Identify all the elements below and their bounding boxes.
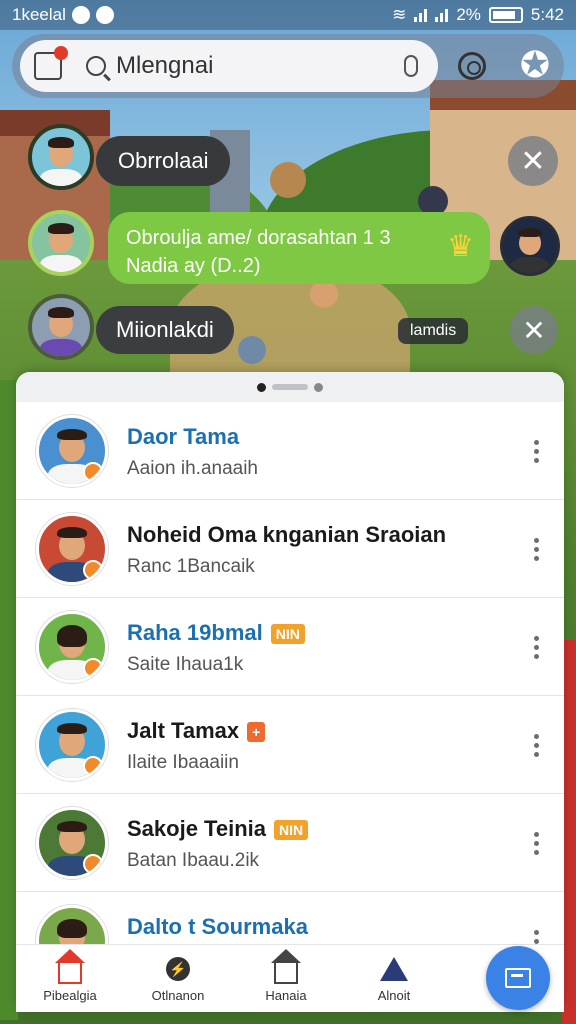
notification-icon xyxy=(95,6,114,24)
more-options-icon[interactable] xyxy=(534,734,540,758)
nav-tab-alert[interactable]: Alnoit xyxy=(340,945,448,1012)
chat-bubble[interactable]: Obrrolaai xyxy=(96,136,231,186)
close-button[interactable]: ✕ xyxy=(508,136,558,186)
contact-status: Batan Ibaau.2ik xyxy=(127,850,260,871)
nav-tab-activity[interactable]: ⚡ Otlnanon xyxy=(124,945,232,1012)
camera-icon xyxy=(458,52,486,80)
more-options-icon[interactable] xyxy=(534,636,540,660)
contact-row[interactable]: Daor Tama Aaion ih.anaaih xyxy=(16,402,564,500)
status-badge xyxy=(83,854,103,874)
contact-status: Ranc 1Bancaik xyxy=(127,556,255,577)
contact-row[interactable]: Noheid Oma knganian Sraoian Ranc 1Bancai… xyxy=(16,500,564,598)
contact-name: Dalto t Sourmaka xyxy=(127,914,308,939)
chat-bubble[interactable]: Miionlakdi xyxy=(96,306,234,354)
contact-row[interactable]: Jalt Tamax + Ilaite Ibaaaiin xyxy=(16,696,564,794)
search-bar[interactable] xyxy=(20,40,438,92)
game-character xyxy=(310,280,338,308)
nav-tab-label: Pibealgia xyxy=(43,988,97,1003)
status-badge xyxy=(83,658,103,678)
status-badge xyxy=(83,560,103,580)
contact-name: Noheid Oma knganian Sraoian xyxy=(127,522,447,547)
signal-icon xyxy=(435,8,449,22)
nav-tab-label: Otlnanon xyxy=(151,988,205,1003)
battery-icon xyxy=(488,7,523,23)
notification-icon xyxy=(71,6,90,24)
bottom-navigation: Pibealgia ⚡ Otlnanon Hanaia Alnoit xyxy=(16,944,564,1012)
message-icon xyxy=(505,968,531,988)
contact-list: Daor Tama Aaion ih.anaaih Noheid Oma kng… xyxy=(16,402,564,990)
contact-status: Saite Ihaua1k xyxy=(127,654,244,675)
name-tag: lamdis xyxy=(398,318,469,344)
nav-tab-house[interactable]: Hanaia xyxy=(232,945,340,1012)
game-character xyxy=(238,336,266,364)
chat-avatar[interactable] xyxy=(28,294,94,360)
contact-row[interactable]: Raha 19bmal NIN Saite Ihaua1k xyxy=(16,598,564,696)
mic-icon[interactable] xyxy=(404,55,418,77)
crown-icon: ♛ xyxy=(447,230,474,263)
contact-status: Ilaite Ibaaaiin xyxy=(127,752,239,773)
favorites-button[interactable]: ✪ xyxy=(510,40,560,90)
add-badge: + xyxy=(247,722,266,743)
chat-bubble-line: Obroulja ame/ dorasahtan 1 3 xyxy=(126,227,391,249)
status-badge xyxy=(83,756,103,776)
triangle-icon xyxy=(380,957,408,981)
contact-avatar xyxy=(36,611,108,683)
contact-row[interactable]: Sakoje Teinia NIN Batan Ibaau.2ik xyxy=(16,794,564,892)
more-options-icon[interactable] xyxy=(534,832,540,856)
contact-name: Sakoje Teinia NIN xyxy=(127,816,309,842)
contact-avatar xyxy=(36,415,108,487)
close-button[interactable]: ✕ xyxy=(510,306,558,354)
star-icon: ✪ xyxy=(519,44,551,85)
more-options-icon[interactable] xyxy=(534,538,540,562)
contact-status: Aaion ih.anaaih xyxy=(127,458,258,479)
carrier-text: 1keelal xyxy=(12,5,66,24)
more-options-icon[interactable] xyxy=(534,440,540,464)
contact-name: Raha 19bmal NIN xyxy=(127,620,305,646)
contact-name: Daor Tama xyxy=(127,424,240,449)
compose-icon[interactable] xyxy=(34,46,68,80)
side-decoration xyxy=(562,640,576,1024)
contact-name-text: Jalt Tamax xyxy=(127,718,240,743)
contact-avatar xyxy=(36,807,108,879)
chat-avatar[interactable] xyxy=(500,216,560,276)
close-icon: ✕ xyxy=(522,314,546,346)
page-indicator-dot xyxy=(314,382,323,392)
signal-icon xyxy=(414,8,428,22)
chat-avatar[interactable] xyxy=(28,124,94,190)
drag-handle[interactable] xyxy=(16,372,564,402)
search-icon xyxy=(86,56,106,76)
nav-tab-home[interactable]: Pibealgia xyxy=(16,945,124,1012)
contact-name-text: Raha 19bmal xyxy=(127,620,263,645)
camera-button[interactable] xyxy=(448,42,496,90)
chat-bubble-highlighted[interactable]: Obroulja ame/ dorasahtan 1 3 Nadia ay (D… xyxy=(108,212,490,284)
clock: 5:42 xyxy=(530,5,564,24)
home-outline-icon xyxy=(271,949,301,984)
nav-tab-label: Hanaia xyxy=(265,988,307,1003)
rank-badge: NIN xyxy=(273,820,309,841)
drag-bar xyxy=(272,384,308,390)
notification-badge xyxy=(54,46,68,60)
status-bar: 1keelal ≋ 2% 5:42 xyxy=(0,0,576,30)
bolt-icon: ⚡ xyxy=(166,957,190,981)
search-input[interactable] xyxy=(116,52,376,80)
contact-avatar xyxy=(36,709,108,781)
contact-name-text: Sakoje Teinia xyxy=(127,816,266,841)
contact-name: Jalt Tamax + xyxy=(127,718,266,744)
wifi-icon: ≋ xyxy=(392,5,407,24)
game-character xyxy=(270,162,306,198)
contacts-sheet: Daor Tama Aaion ih.anaaih Noheid Oma kng… xyxy=(16,372,564,1012)
home-icon xyxy=(55,949,85,984)
rank-badge: NIN xyxy=(270,624,305,645)
compose-message-button[interactable] xyxy=(486,946,550,1010)
chat-avatar[interactable] xyxy=(28,210,94,276)
page-indicator-dot xyxy=(257,382,266,392)
status-badge xyxy=(83,462,103,482)
chat-bubble-line: Nadia ay (D..2) xyxy=(126,255,261,277)
battery-text: 2% xyxy=(456,5,481,24)
close-icon: ✕ xyxy=(520,144,546,178)
nav-tab-label: Alnoit xyxy=(377,988,411,1003)
contact-avatar xyxy=(36,513,108,585)
